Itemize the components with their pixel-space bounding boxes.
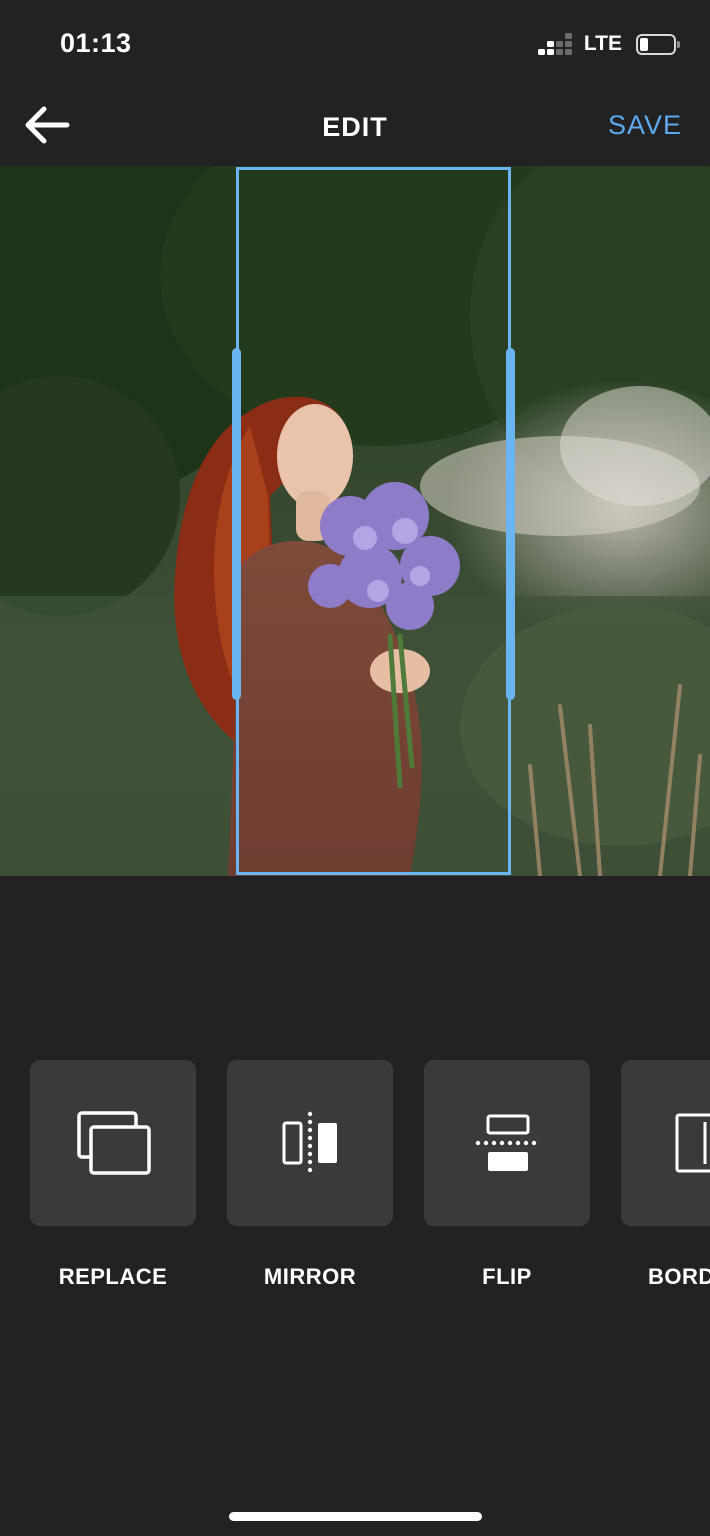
tool-mirror[interactable]: MIRROR <box>227 1060 393 1290</box>
photo-canvas[interactable] <box>0 166 710 876</box>
save-button[interactable]: SAVE <box>608 110 682 141</box>
nav-bar: EDIT SAVE <box>0 90 710 166</box>
replace-icon <box>77 1111 151 1175</box>
status-indicators: LTE <box>537 32 680 56</box>
replace-button[interactable] <box>30 1060 196 1226</box>
edit-screen: 01:13 LTE EDIT SAVE REPLACE MIRROR FLIP … <box>0 0 710 1536</box>
border-icon <box>675 1113 710 1173</box>
tool-label-mirror: MIRROR <box>263 1264 357 1289</box>
tools-row[interactable]: REPLACE MIRROR FLIP BORD <box>0 1060 710 1300</box>
tool-label-flip: FLIP <box>482 1264 532 1289</box>
tool-border[interactable]: BORDER <box>621 1060 710 1290</box>
battery-level <box>640 37 648 51</box>
flip-icon <box>475 1114 537 1171</box>
crop-handle-right[interactable] <box>506 348 515 700</box>
crop-handle-left[interactable] <box>232 348 241 700</box>
flip-button[interactable] <box>424 1060 590 1226</box>
mirror-button[interactable] <box>227 1060 393 1226</box>
tool-replace[interactable]: REPLACE <box>30 1060 196 1290</box>
tool-flip[interactable]: FLIP <box>424 1060 590 1290</box>
home-indicator[interactable] <box>229 1512 482 1521</box>
signal-strength-icon <box>537 33 572 55</box>
crop-frame[interactable] <box>232 167 515 875</box>
battery-icon <box>636 33 680 55</box>
status-bar: 01:13 LTE <box>0 0 710 90</box>
mirror-icon <box>282 1111 337 1173</box>
page-title: EDIT <box>322 112 388 142</box>
border-button[interactable] <box>621 1060 710 1226</box>
tool-label-replace: REPLACE <box>58 1264 168 1289</box>
tool-label-border: BORDER <box>648 1264 710 1289</box>
status-time: 01:13 <box>60 28 132 58</box>
network-type: LTE <box>583 32 622 55</box>
